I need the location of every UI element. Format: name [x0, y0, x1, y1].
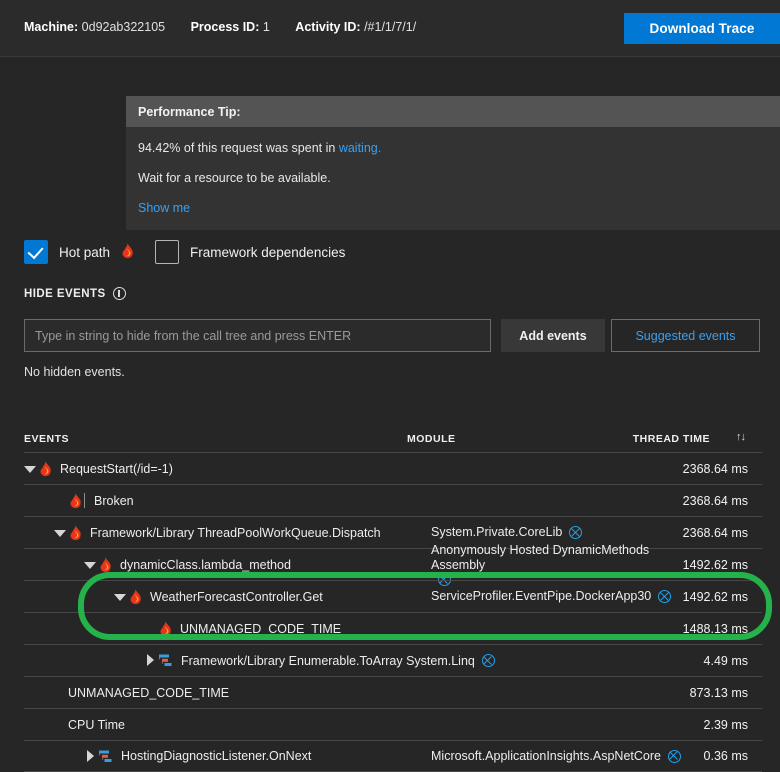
flame-icon: [158, 620, 172, 637]
table-row[interactable]: Broken 2368.64 ms: [24, 484, 762, 516]
flame-icon: [68, 492, 82, 509]
activity-id-value: /#1/1/7/1/: [364, 20, 417, 34]
hide-events-section-title: HIDE EVENTS: [24, 287, 126, 300]
row-expander-expanded[interactable]: [54, 526, 68, 540]
gantt-icon: [158, 654, 173, 667]
performance-tip-line-1: 94.42% of this request was spent in wait…: [138, 140, 768, 156]
hidden-events-status: No hidden events.: [24, 365, 125, 379]
column-header-module: MODULE: [407, 433, 456, 445]
flame-icon: [98, 556, 112, 573]
sort-toggle-icon[interactable]: ↑↓: [736, 431, 746, 443]
hide-events-title-text: HIDE EVENTS: [24, 287, 106, 300]
module-name: System.Private.CoreLib: [431, 525, 563, 539]
table-row[interactable]: WeatherForecastController.Get ServiceProf…: [24, 580, 762, 612]
remove-module-icon[interactable]: [658, 590, 672, 603]
flame-icon: [120, 242, 134, 262]
event-name: CPU Time: [68, 717, 125, 732]
row-expander-expanded[interactable]: [84, 558, 98, 572]
machine-label: Machine:: [24, 20, 79, 34]
thread-time-value: 873.13 ms: [689, 685, 748, 700]
show-me-link[interactable]: Show me: [138, 201, 190, 215]
download-trace-button[interactable]: Download Trace: [624, 13, 780, 44]
row-expander-collapsed[interactable]: [84, 750, 98, 764]
remove-module-icon[interactable]: [569, 526, 583, 539]
event-name: RequestStart(/id=-1): [60, 461, 173, 476]
thread-time-value: 4.49 ms: [703, 653, 748, 668]
event-name: WeatherForecastController.Get: [150, 589, 323, 604]
performance-tip-line-2: Wait for a resource to be available.: [138, 171, 331, 185]
top-bar: Machine: 0d92ab322105 Process ID: 1 Acti…: [0, 0, 780, 57]
row-expander-collapsed[interactable]: [144, 654, 158, 668]
table-row[interactable]: HostingDiagnosticListener.OnNext Microsof…: [24, 740, 762, 772]
performance-tip-line-1-text: 94.42% of this request was spent in: [138, 141, 339, 155]
table-row[interactable]: dynamicClass.lambda_method Anonymously Ho…: [24, 543, 762, 586]
event-name: Framework/Library Enumerable.ToArray Sys…: [181, 653, 475, 668]
event-name: UNMANAGED_CODE_TIME: [68, 685, 230, 700]
table-row[interactable]: RequestStart(/id=-1) 2368.64 ms: [24, 452, 762, 484]
row-divider: [84, 493, 85, 508]
thread-time-value: 1488.13 ms: [682, 621, 748, 636]
call-tree-header: EVENTS MODULE THREAD TIME ↑↓: [24, 430, 762, 452]
framework-dependencies-checkbox-box[interactable]: [155, 240, 179, 264]
module-name: Microsoft.ApplicationInsights.AspNetCore: [431, 748, 661, 763]
event-name: Framework/Library ThreadPoolWorkQueue.Di…: [90, 525, 381, 540]
thread-time-value: 0.36 ms: [703, 749, 748, 763]
call-tree-table: EVENTS MODULE THREAD TIME ↑↓ RequestStar…: [24, 430, 762, 772]
table-row[interactable]: Framework/Library Enumerable.ToArray Sys…: [24, 644, 762, 676]
hot-path-label: Hot path: [59, 245, 111, 260]
remove-module-icon[interactable]: [481, 654, 495, 667]
performance-tip-header: Performance Tip:: [126, 96, 780, 127]
waiting-link[interactable]: waiting.: [339, 141, 381, 155]
module-name: ServiceProfiler.EventPipe.DockerApp30: [431, 589, 652, 603]
column-header-thread-time: THREAD TIME: [632, 433, 710, 445]
hot-path-checkbox-box[interactable]: [24, 240, 48, 264]
table-row[interactable]: UNMANAGED_CODE_TIME 873.13 ms: [24, 676, 762, 708]
event-name: dynamicClass.lambda_method: [120, 557, 291, 572]
table-row[interactable]: CPU Time 2.39 ms: [24, 708, 762, 740]
thread-time-value: 2368.64 ms: [682, 493, 748, 508]
event-name: Broken: [94, 493, 134, 508]
activity-id-label: Activity ID:: [295, 20, 361, 34]
row-expander-expanded[interactable]: [24, 462, 38, 476]
thread-time-value: 2368.64 ms: [682, 525, 748, 540]
event-name: UNMANAGED_CODE_TIME: [180, 621, 342, 636]
table-row[interactable]: UNMANAGED_CODE_TIME 1488.13 ms: [24, 612, 762, 644]
flame-icon: [38, 460, 52, 477]
framework-dependencies-checkbox[interactable]: Framework dependencies: [155, 240, 345, 264]
column-header-events: EVENTS: [24, 433, 70, 445]
hide-events-input[interactable]: [24, 319, 491, 352]
event-name: HostingDiagnosticListener.OnNext: [121, 749, 312, 763]
performance-tip-panel: Performance Tip: 94.42% of this request …: [126, 96, 780, 230]
row-expander-expanded[interactable]: [114, 590, 128, 604]
trace-metadata: Machine: 0d92ab322105 Process ID: 1 Acti…: [24, 20, 438, 34]
machine-value: 0d92ab322105: [81, 20, 166, 34]
framework-dependencies-label: Framework dependencies: [190, 244, 346, 260]
thread-time-value: 2368.64 ms: [682, 461, 748, 476]
thread-time-value: 1492.62 ms: [682, 557, 748, 572]
process-id-value: 1: [262, 20, 270, 34]
add-events-button[interactable]: Add events: [501, 319, 605, 352]
suggested-events-button[interactable]: Suggested events: [611, 319, 760, 352]
call-tree-rows: RequestStart(/id=-1) 2368.64 ms Broken 2368…: [24, 452, 762, 772]
flame-icon: [128, 588, 142, 605]
performance-tip-body: 94.42% of this request was spent in wait…: [126, 127, 780, 230]
thread-time-value: 1492.62 ms: [682, 589, 748, 604]
process-id-label: Process ID:: [190, 20, 260, 34]
module-name: Anonymously Hosted DynamicMethods Assemb…: [431, 543, 650, 572]
info-icon[interactable]: [112, 287, 126, 300]
flame-icon: [68, 524, 82, 541]
remove-module-icon[interactable]: [667, 749, 681, 763]
gantt-icon: [98, 750, 113, 763]
filter-options-row: Hot path Framework dependencies: [24, 240, 764, 266]
hot-path-checkbox[interactable]: Hot path: [24, 240, 134, 264]
thread-time-value: 2.39 ms: [703, 717, 748, 732]
